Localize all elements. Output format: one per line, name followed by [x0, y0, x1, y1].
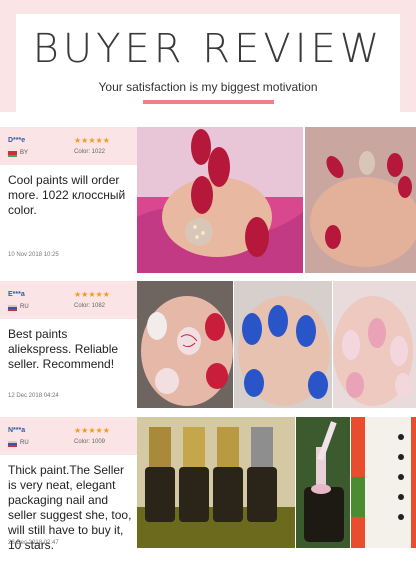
reviewer-country: RU [20, 304, 29, 310]
page-title: BUYER REVIEW [32, 26, 384, 72]
review-header-ribbon [0, 127, 137, 165]
review-color: Color: 1082 [74, 303, 106, 309]
review-card: N***a RU ★★★★★ Color: 1009 Thick paint.T… [0, 417, 416, 552]
review-photo[interactable] [137, 281, 233, 408]
page-subtitle: Your satisfaction is my biggest motivati… [98, 80, 318, 94]
review-photo[interactable] [234, 281, 332, 408]
title-underline [143, 100, 274, 104]
review-photo[interactable] [137, 127, 303, 273]
review-photo[interactable] [296, 417, 350, 548]
review-header-ribbon [0, 417, 137, 455]
rating-stars: ★★★★★ [74, 290, 110, 299]
review-photo[interactable] [305, 127, 416, 273]
review-photo[interactable] [351, 417, 416, 548]
nail-photo-red-hand [305, 127, 416, 273]
review-date: 10 Nov 2018 10:25 [8, 252, 59, 258]
review-text: Cool paints will order more. 1022 клоссн… [8, 173, 126, 217]
reviewer-country: RU [20, 440, 29, 446]
reviewer-name: N***a [8, 427, 26, 434]
review-info-panel: D***e BY ★★★★★ Color: 1022 Cool paints w… [0, 127, 137, 273]
flag-ru-icon [8, 441, 17, 447]
review-card: E***a RU ★★★★★ Color: 1082 Best paints a… [0, 281, 416, 408]
rating-stars: ★★★★★ [74, 426, 110, 435]
review-text: Best paints aliekspress. Reliable seller… [8, 327, 119, 371]
review-photo[interactable] [137, 417, 295, 548]
review-photo[interactable] [333, 281, 416, 408]
review-date: 12 Dec 2018 04:24 [8, 393, 59, 399]
review-date: 28 Dec 2018 02:47 [8, 540, 59, 546]
review-card: D***e BY ★★★★★ Color: 1022 Cool paints w… [0, 127, 416, 273]
nail-practice-tips-photo [351, 417, 416, 548]
nail-photo-blue-pattern [234, 281, 332, 408]
reviewer-name: E***a [8, 291, 25, 298]
review-info-panel: E***a RU ★★★★★ Color: 1082 Best paints a… [0, 281, 137, 408]
bottle-photo-gold-caps [137, 417, 295, 548]
reviewer-name: D***e [8, 137, 26, 144]
nail-photo-red-glitter [137, 127, 303, 273]
review-info-panel: N***a RU ★★★★★ Color: 1009 Thick paint.T… [0, 417, 137, 552]
bottle-photo-open-brush [296, 417, 350, 548]
reviewer-country: BY [20, 150, 29, 156]
rating-stars: ★★★★★ [74, 136, 110, 145]
flag-ru-icon [8, 305, 17, 311]
nail-photo-red-white [137, 281, 233, 408]
review-color: Color: 1022 [74, 149, 106, 155]
header-banner: BUYER REVIEW Your satisfaction is my big… [0, 0, 416, 112]
review-header-ribbon [0, 281, 137, 319]
nail-photo-pink-lace [333, 281, 416, 408]
flag-by-icon [8, 151, 17, 157]
review-color: Color: 1009 [74, 439, 106, 445]
